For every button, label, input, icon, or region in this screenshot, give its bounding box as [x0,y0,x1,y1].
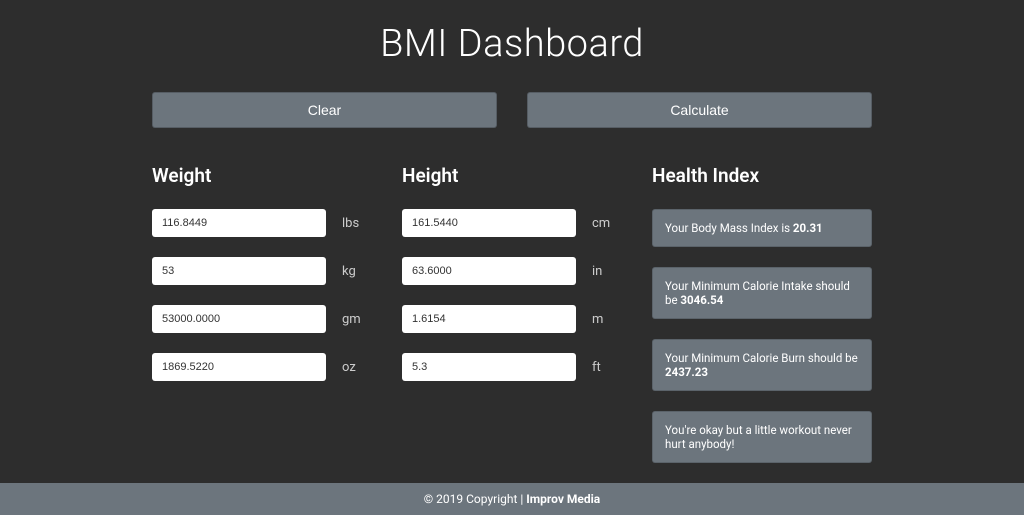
weight-oz-input[interactable] [152,353,326,381]
calorie-burn-card: Your Minimum Calorie Burn should be 2437… [652,339,872,391]
button-row: Clear Calculate [152,92,872,128]
weight-oz-row: oz [152,353,372,381]
height-in-input[interactable] [402,257,576,285]
weight-heading: Weight [152,164,372,187]
calorie-intake-card: Your Minimum Calorie Intake should be 30… [652,267,872,319]
footer-copyright: © 2019 Copyright | [424,492,527,506]
health-message: You're okay but a little workout never h… [665,423,852,451]
height-ft-unit: ft [592,360,622,375]
weight-lbs-unit: lbs [342,216,372,231]
height-ft-input[interactable] [402,353,576,381]
height-in-unit: in [592,264,622,279]
weight-lbs-row: lbs [152,209,372,237]
weight-kg-row: kg [152,257,372,285]
height-m-unit: m [592,312,622,327]
footer: © 2019 Copyright | Improv Media [0,483,1024,515]
height-ft-row: ft [402,353,622,381]
calorie-intake-value: 3046.54 [680,293,723,307]
bmi-card: Your Body Mass Index is 20.31 [652,209,872,247]
calorie-burn-text: Your Minimum Calorie Burn should be [665,351,858,365]
main-columns: Weight lbs kg gm oz Height cm [152,164,872,483]
bmi-value: 20.31 [793,221,823,235]
height-cm-row: cm [402,209,622,237]
health-column: Health Index Your Body Mass Index is 20.… [652,164,872,483]
weight-gm-input[interactable] [152,305,326,333]
weight-kg-unit: kg [342,264,372,279]
health-message-card: You're okay but a little workout never h… [652,411,872,463]
height-cm-unit: cm [592,216,622,231]
page-title: BMI Dashboard [152,22,872,66]
height-heading: Height [402,164,622,187]
weight-gm-unit: gm [342,312,372,327]
height-m-input[interactable] [402,305,576,333]
height-m-row: m [402,305,622,333]
weight-oz-unit: oz [342,360,372,375]
clear-button[interactable]: Clear [152,92,497,128]
footer-brand: Improv Media [526,492,600,506]
weight-kg-input[interactable] [152,257,326,285]
height-cm-input[interactable] [402,209,576,237]
bmi-text: Your Body Mass Index is [665,221,793,235]
weight-lbs-input[interactable] [152,209,326,237]
weight-column: Weight lbs kg gm oz [152,164,372,483]
calculate-button[interactable]: Calculate [527,92,872,128]
height-column: Height cm in m ft [402,164,622,483]
weight-gm-row: gm [152,305,372,333]
height-in-row: in [402,257,622,285]
health-heading: Health Index [652,164,872,187]
calorie-burn-value: 2437.23 [665,365,708,379]
